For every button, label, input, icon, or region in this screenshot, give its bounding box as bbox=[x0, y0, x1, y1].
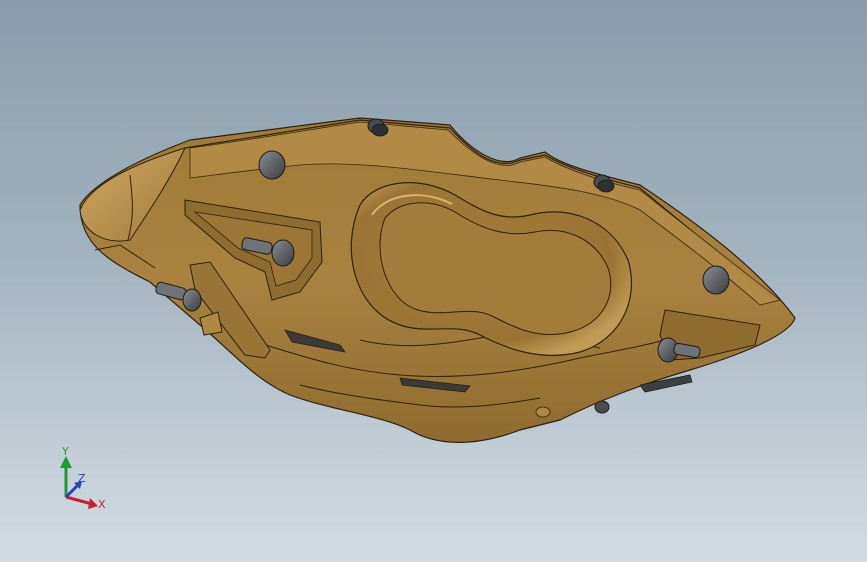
z-axis-arrow bbox=[64, 483, 80, 499]
x-axis-arrow bbox=[65, 495, 93, 506]
x-axis-arrowhead bbox=[88, 498, 98, 509]
coordinate-triad: Y X Z bbox=[60, 445, 106, 511]
z-axis-label: Z bbox=[78, 472, 86, 485]
bolt-cap-1 bbox=[258, 150, 286, 180]
3d-viewport[interactable]: Y X Z bbox=[0, 0, 867, 562]
bolt-cap-2 bbox=[702, 265, 730, 295]
caliper-model[interactable] bbox=[0, 0, 867, 562]
bolt-head-3 bbox=[594, 400, 610, 414]
x-axis-label: X bbox=[98, 498, 106, 511]
y-axis-label: Y bbox=[61, 445, 69, 458]
